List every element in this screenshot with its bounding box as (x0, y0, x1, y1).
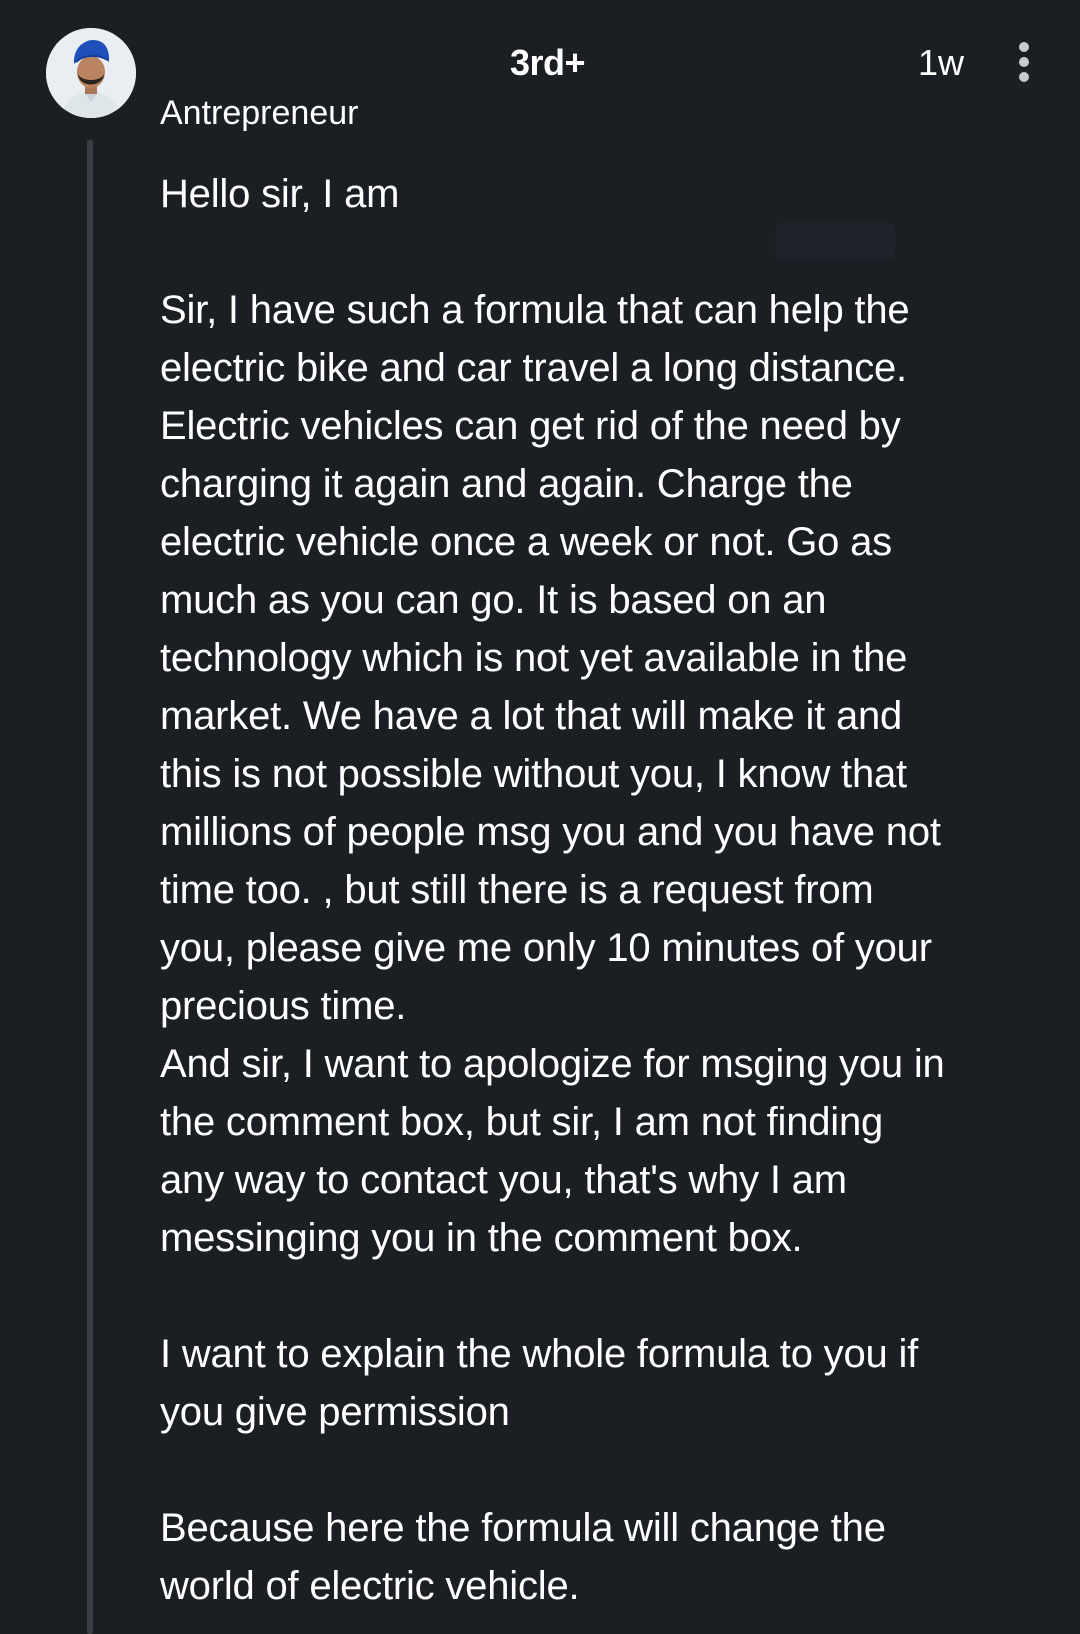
more-options-button[interactable] (1010, 40, 1038, 84)
timestamp: 1w (918, 42, 965, 83)
comment-body: Hello sir, I am Sir, I have such a formu… (160, 172, 945, 1608)
avatar[interactable] (46, 28, 136, 118)
vertical-dots-icon (1019, 42, 1029, 52)
vertical-dots-icon-middle (1019, 57, 1029, 67)
thread-line (87, 140, 93, 1634)
comment-item: 3rd+ 1w Antrepreneur Hello sir, I am Sir… (0, 0, 1080, 1634)
vertical-dots-icon-bottom (1019, 72, 1029, 82)
profile-photo-icon (46, 28, 136, 118)
connection-degree: 3rd+ (510, 42, 586, 83)
author-headline: Antrepreneur (160, 94, 359, 132)
